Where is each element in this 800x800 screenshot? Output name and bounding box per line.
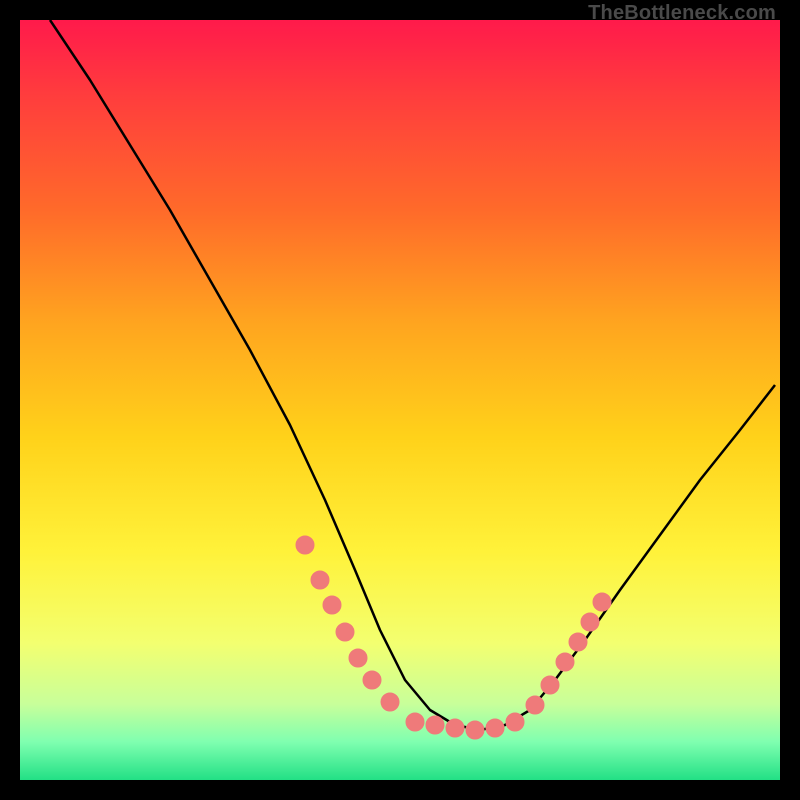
curve-marker (426, 716, 444, 734)
curve-marker (446, 719, 464, 737)
curve-svg (20, 20, 780, 780)
curve-marker (581, 613, 599, 631)
curve-marker (466, 721, 484, 739)
curve-marker (406, 713, 424, 731)
curve-marker (526, 696, 544, 714)
curve-marker (569, 633, 587, 651)
plot-area (20, 20, 780, 780)
curve-marker (486, 719, 504, 737)
curve-marker (296, 536, 314, 554)
curve-marker (556, 653, 574, 671)
chart-container: TheBottleneck.com (0, 0, 800, 800)
marker-group (296, 536, 611, 739)
curve-marker (593, 593, 611, 611)
bottleneck-curve-path (50, 20, 775, 730)
curve-marker (506, 713, 524, 731)
curve-marker (349, 649, 367, 667)
curve-marker (381, 693, 399, 711)
curve-marker (363, 671, 381, 689)
curve-marker (336, 623, 354, 641)
curve-marker (311, 571, 329, 589)
curve-marker (541, 676, 559, 694)
curve-marker (323, 596, 341, 614)
